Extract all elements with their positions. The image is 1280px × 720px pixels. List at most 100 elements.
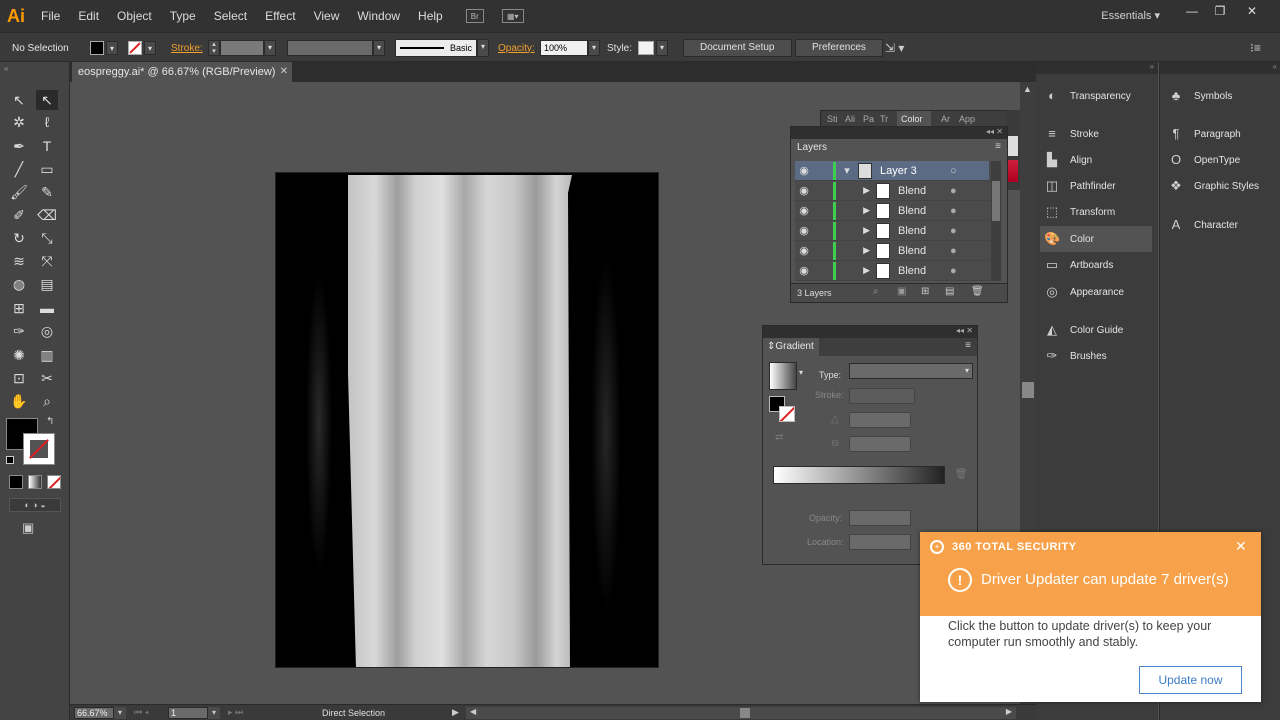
magic-wand-tool-icon[interactable]: ✲ [8,112,30,132]
lasso-tool-icon[interactable]: ℓ [36,112,58,132]
pencil-tool-icon[interactable]: ✎ [36,182,58,202]
menu-select[interactable]: Select [205,0,256,32]
line-tool-icon[interactable]: ╱ [8,159,30,179]
menu-object[interactable]: Object [108,0,161,32]
document-tab[interactable]: eospreggy.ai* @ 66.67% (RGB/Preview) ✕ [72,62,292,82]
fill-dropdown[interactable]: ▾ [106,41,118,55]
blend-tool-icon[interactable]: ◎ [36,321,58,341]
blend-name[interactable]: Blend [898,205,950,217]
layer-row-blend-2[interactable]: ◉ ▶ Blend ● [795,201,989,221]
target-dot-icon[interactable]: ● [950,205,957,217]
dock-appearance[interactable]: ◎ Appearance [1044,279,1124,305]
tab-stroke[interactable]: Sti [827,114,838,124]
dock-stroke[interactable]: ≡ Stroke [1044,121,1099,147]
layer-row-blend-4[interactable]: ◉ ▶ Blend ● [795,241,989,261]
locate-object-icon[interactable]: ⌕ [873,286,879,297]
visibility-eye-icon[interactable]: ◉ [795,224,813,237]
gradient-tool-icon[interactable]: ▬ [36,298,58,318]
zoom-dropdown[interactable]: ▾ [114,707,126,719]
menu-edit[interactable]: Edit [69,0,108,32]
visibility-eye-icon[interactable]: ◉ [795,244,813,257]
variable-width-profile[interactable] [287,40,373,56]
paintbrush-tool-icon[interactable]: 🖌 [8,182,30,202]
dock-pathfinder[interactable]: ◫ Pathfinder [1044,173,1116,199]
menu-window[interactable]: Window [348,0,409,32]
stroke-swatch[interactable] [128,41,142,55]
hand-tool-icon[interactable]: ✋ [8,391,30,411]
pen-tool-icon[interactable]: ✒ [8,136,30,156]
artboard-tool-icon[interactable]: ⊡ [8,368,30,388]
tab-artboards[interactable]: Ar [941,114,950,124]
shape-builder-tool-icon[interactable]: ◍ [8,274,30,294]
tab-transform[interactable]: Tr [880,114,888,124]
perspective-grid-tool-icon[interactable]: ▤ [36,274,58,294]
blend-name[interactable]: Blend [898,225,950,237]
menu-help[interactable]: Help [409,0,452,32]
scale-tool-icon[interactable]: ⤡ [36,228,58,248]
expand-triangle-icon[interactable]: ▶ [836,185,876,196]
menu-effect[interactable]: Effect [256,0,304,32]
dock-transparency[interactable]: ◐ Transparency [1044,83,1131,109]
swap-colors-icon[interactable]: ↰ [46,416,54,427]
new-layer-icon[interactable]: ▤ [945,286,954,297]
draw-mode-icons[interactable]: ◐ ◑ ◒ [9,498,61,512]
collapse-tools-icon[interactable]: « [4,64,8,73]
workspace-switcher[interactable]: Essentials ▾ [1101,0,1160,32]
status-menu-arrow[interactable]: ▶ [452,707,459,718]
delete-layer-icon[interactable]: 🗑 [971,286,984,297]
eyedropper-tool-icon[interactable]: ✑ [8,321,30,341]
visibility-eye-icon[interactable]: ◉ [795,204,813,217]
rotate-tool-icon[interactable]: ↻ [8,228,30,248]
opacity-field[interactable]: 100% [540,40,588,56]
gradient-type-select[interactable]: ▾ [849,363,973,379]
layer-row-blend-1[interactable]: ◉ ▶ Blend ● [795,181,989,201]
tab-pathfinder[interactable]: Pa [863,114,874,124]
layer-row-blend-3[interactable]: ◉ ▶ Blend ● [795,221,989,241]
dock-opentype[interactable]: O OpenType [1168,147,1240,173]
artboard-dropdown[interactable]: ▾ [208,707,220,719]
make-clipping-mask-icon[interactable]: ▣ [897,286,906,297]
first-artboard-icon[interactable]: ⏮ ◂ [134,707,149,718]
opacity-dropdown[interactable]: ▾ [588,40,600,56]
variable-width-dropdown[interactable]: ▾ [373,40,385,56]
layers-tab[interactable]: Layers [791,139,831,157]
menu-file[interactable]: File [32,0,69,32]
cloth-blend-art[interactable] [276,173,659,668]
tab-color[interactable]: Color [897,111,931,127]
panel-menu-icon[interactable]: ⁝≡ [1250,33,1261,63]
expand-triangle-icon[interactable]: ▶ [836,205,876,216]
zoom-tool-icon[interactable]: ⌕ [36,391,58,411]
close-window-button[interactable]: ✕ [1240,4,1264,18]
tab-align[interactable]: Ali [845,114,855,124]
dock-color-guide[interactable]: ◭ Color Guide [1044,317,1123,343]
default-colors-icon[interactable] [6,456,14,464]
symbol-sprayer-tool-icon[interactable]: ✺ [8,345,30,365]
dock-align[interactable]: ▙ Align [1044,147,1092,173]
blend-name[interactable]: Blend [898,245,950,257]
gradient-preview[interactable] [769,362,797,390]
mesh-tool-icon[interactable]: ⊞ [8,298,30,318]
gradient-stroke-swatch[interactable] [779,406,795,422]
type-tool-icon[interactable]: T [36,136,58,156]
expand-triangle-icon[interactable]: ▶ [836,265,876,276]
gradient-slider[interactable] [773,466,945,484]
rectangle-tool-icon[interactable]: ▭ [36,159,58,179]
direct-selection-tool-icon[interactable]: ↖ [36,90,58,110]
fill-swatch[interactable] [90,41,104,55]
next-artboard-icon[interactable]: ▸ ⏭ [228,707,243,718]
artboard[interactable] [275,172,659,668]
target-circle-icon[interactable]: ○ [950,165,957,177]
brush-definition[interactable]: Basic [395,39,477,57]
stroke-dropdown[interactable]: ▾ [144,41,156,55]
gradient-preset-dropdown[interactable]: ▾ [799,368,803,377]
dock-symbols[interactable]: ♣ Symbols [1168,83,1233,109]
target-dot-icon[interactable]: ● [950,265,957,277]
blob-brush-tool-icon[interactable]: ✐ [8,205,30,225]
preferences-button[interactable]: Preferences [795,39,883,57]
blend-name[interactable]: Blend [898,265,950,277]
layer-row-blend-5[interactable]: ◉ ▶ Blend ● [795,261,989,281]
arrange-icon[interactable]: ⇲ ▾ [885,33,904,63]
target-dot-icon[interactable]: ● [950,185,957,197]
gradient-mode-icon[interactable] [28,475,42,489]
dock-brushes[interactable]: ✑ Brushes [1044,343,1107,369]
